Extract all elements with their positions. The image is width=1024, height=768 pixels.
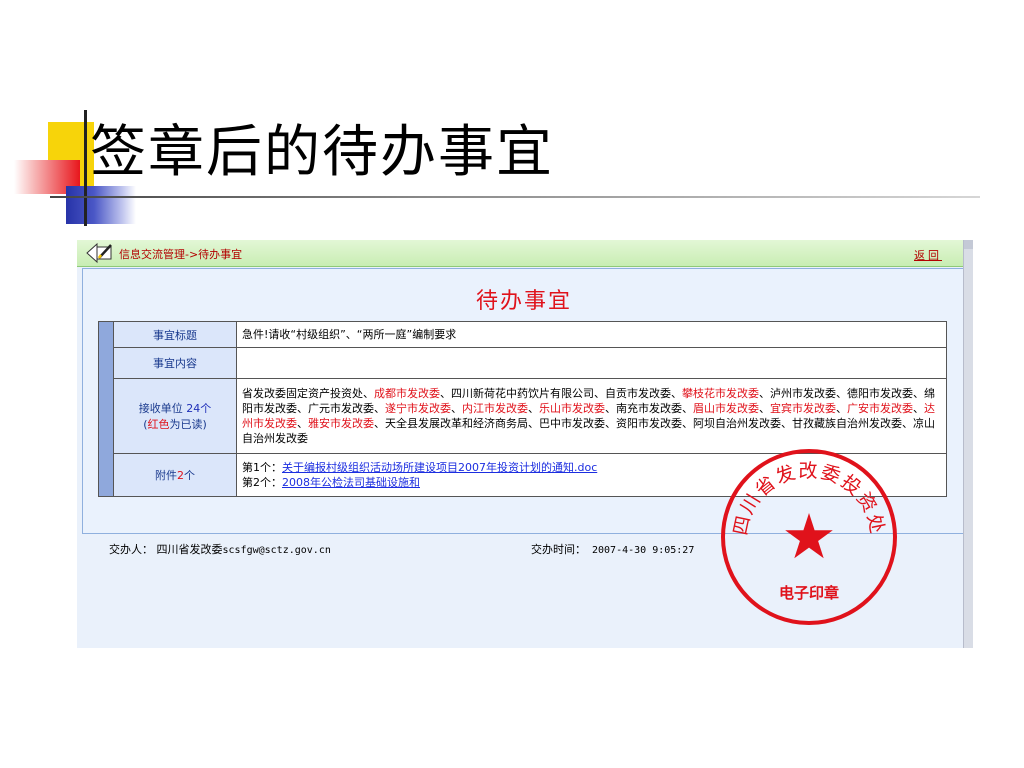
title-value: 急件!请收“村级组织”、“两所一庭”编制要求 [236,321,947,348]
unit-separator: 、 [374,402,385,415]
receiving-unit: 省发改委固定资产投资处 [242,387,363,400]
table-side-stripe [98,321,114,497]
slide-decoration-vertical-line [84,110,87,226]
scroll-up-button[interactable] [964,240,973,249]
unit-separator: 、 [781,417,792,430]
unit-separator: 、 [594,387,605,400]
back-link[interactable]: 返回 [914,247,942,263]
content-value [236,347,947,379]
table-row-content: 事宜内容 [99,347,947,379]
attachment-prefix: 第1个： [242,461,282,474]
receiving-unit: 眉山市发改委 [693,402,759,415]
unit-separator: 、 [836,402,847,415]
unit-separator: 、 [528,402,539,415]
receiving-unit: 宜宾市发改委 [770,402,836,415]
unit-separator: 、 [605,402,616,415]
assign-time-value: 2007-4-30 9:05:27 [592,545,695,556]
handler-name: 四川省发改委 [156,543,223,556]
table-row-units: 接收单位 24个 (红色为已读) 省发改委固定资产投资处、成都市发改委、四川新荷… [99,378,947,454]
receiving-unit: 自贡市发改委 [605,387,671,400]
electronic-seal-stamp: 四川省发改委投资处 电子印章 [721,449,897,625]
attachment-prefix: 第2个： [242,476,282,489]
unit-separator: 、 [759,402,770,415]
receiving-unit: 泸州市发改委 [770,387,836,400]
handler-info: 交办人： 四川省发改委scsfgw@sctz.gov.cn [109,541,331,557]
receiving-unit: 攀枝花市发改委 [682,387,759,400]
receiving-unit: 雅安市发改委 [308,417,374,430]
unit-separator: 、 [836,387,847,400]
handler-email: scsfgw@sctz.gov.cn [222,545,331,556]
slide-title: 签章后的待办事宜 [90,120,554,185]
attachment-link[interactable]: 2008年公检法司基础设施和 [282,476,420,489]
attachments-label: 附件 [155,469,177,482]
receiving-unit: 广元市发改委 [308,402,374,415]
unit-separator: 、 [913,402,924,415]
units-list: 省发改委固定资产投资处、成都市发改委、四川新荷花中药饮片有限公司、自贡市发改委、… [236,378,947,454]
units-label: 接收单位 [138,402,183,415]
receiving-unit: 甘孜藏族自治州发改委 [792,417,902,430]
breadcrumb: 信息交流管理->待办事宜 [119,248,243,261]
unit-separator: 、 [528,417,539,430]
unit-separator: 、 [671,387,682,400]
attachments-label-cell: 附件2个 [113,453,237,497]
units-note-rest: 为已读) [169,418,207,431]
unit-separator: 、 [363,387,374,400]
table-row-title: 事宜标题 急件!请收“村级组织”、“两所一庭”编制要求 [98,321,947,497]
attachments-count: 2 [177,469,184,482]
unit-separator: 、 [451,402,462,415]
assign-time-info: 交办时间： 2007-4-30 9:05:27 [531,541,694,557]
receiving-unit: 内江市发改委 [462,402,528,415]
units-note-red: 红色 [147,418,170,431]
window-scrollbar[interactable] [963,240,973,648]
unit-separator: 、 [682,417,693,430]
receiving-unit: 南充市发改委 [616,402,682,415]
unit-separator: 、 [913,387,924,400]
attachments-unit: 个 [184,469,195,482]
pen-notebook-icon [86,242,112,264]
slide-decoration-blue-bar [66,186,136,224]
unit-separator: 、 [374,417,385,430]
handler-label: 交办人： [109,543,153,556]
panel-title: 待办事宜 [475,289,572,314]
content-label: 事宜内容 [113,347,237,379]
top-nav-bar: 信息交流管理->待办事宜 返回 [77,240,964,267]
receiving-unit: 四川新荷花中药饮片有限公司 [451,387,594,400]
unit-separator: 、 [605,417,616,430]
slide-title-underline [50,196,980,198]
units-count: 24个 [186,402,212,415]
units-label-cell: 接收单位 24个 (红色为已读) [113,378,237,454]
receiving-unit: 天全县发展改革和经济商务局 [385,417,528,430]
star-icon [785,513,833,559]
receiving-unit: 广安市发改委 [847,402,913,415]
attachment-link[interactable]: 关于编报村级组织活动场所建设项目2007年投资计划的通知.doc [282,461,597,474]
receiving-unit: 资阳市发改委 [616,417,682,430]
receiving-unit: 乐山市发改委 [539,402,605,415]
receiving-unit: 巴中市发改委 [539,417,605,430]
unit-separator: 、 [297,417,308,430]
unit-separator: 、 [297,402,308,415]
unit-separator: 、 [440,387,451,400]
unit-separator: 、 [902,417,913,430]
receiving-unit: 阿坝自治州发改委 [693,417,781,430]
receiving-unit: 德阳市发改委 [847,387,913,400]
receiving-unit: 成都市发改委 [374,387,440,400]
assign-time-label: 交办时间： [531,543,586,556]
receiving-unit: 遂宁市发改委 [385,402,451,415]
seal-center-text: 电子印章 [779,584,839,602]
unit-separator: 、 [759,387,770,400]
title-label: 事宜标题 [113,321,237,348]
unit-separator: 、 [682,402,693,415]
